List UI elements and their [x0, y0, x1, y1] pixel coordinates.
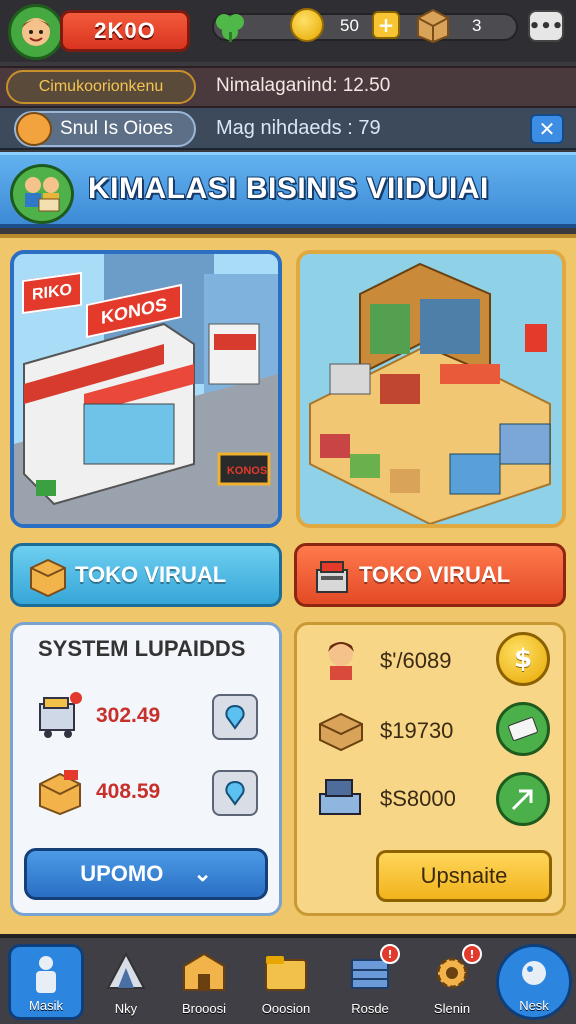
nav-item-slenin[interactable]: ! Slenin: [414, 944, 490, 1020]
ticket-button[interactable]: [496, 702, 550, 756]
upomo-label: UPOMO: [80, 861, 164, 886]
tent-icon: [106, 951, 146, 989]
avatar-face-icon: [22, 18, 50, 46]
nav-item-masik[interactable]: Masik: [8, 944, 84, 1020]
send-button[interactable]: [496, 772, 550, 826]
shop-interior-scene[interactable]: [296, 250, 566, 528]
shopkeepers-icon: [10, 164, 74, 224]
money-value-1: $'/6089: [380, 648, 452, 673]
system-upgrades-title: SYSTEM LUPAIDDS: [38, 636, 246, 661]
stat-value-1: 302.49: [96, 704, 161, 727]
coin-icon: [290, 8, 324, 42]
location-pin-button-1[interactable]: [212, 694, 258, 740]
page-title: KIMALASI BISINIS VIIDUIAI: [88, 172, 489, 205]
money-value-2: $19730: [380, 718, 454, 743]
more-menu-button[interactable]: •••: [528, 10, 564, 42]
shop-icon: [183, 952, 225, 991]
nav-label-masik: Masik: [29, 998, 63, 1013]
nav-label-rosde: Rosde: [351, 1001, 389, 1016]
location-pin-icon: [225, 780, 245, 806]
package-icon: [417, 8, 449, 44]
storefront-scene[interactable]: RIKO KONOS KONOS: [10, 250, 282, 528]
nav-item-nesk[interactable]: Nesk: [496, 944, 572, 1020]
dollar-icon: $: [513, 644, 533, 674]
people-icon: [25, 177, 60, 212]
status-pill[interactable]: Cimukoorionkenu: [6, 70, 196, 104]
shop-interior-illustration: [300, 254, 562, 524]
box-count: 3: [472, 16, 482, 35]
street-sign: KONOS: [226, 465, 268, 477]
box-icon: [30, 558, 66, 598]
info-row-1-text: Nimalaganind: 12.50: [216, 75, 391, 96]
cash-register-icon: [316, 561, 348, 593]
info-row-2-text: Mag nihdaeds : 79: [216, 117, 381, 139]
money-value-3: $S8000: [380, 786, 456, 811]
folder-icon: [265, 956, 307, 991]
notice-avatar-icon: [16, 112, 52, 146]
upsnaite-button[interactable]: Upsnaite: [376, 850, 552, 902]
player-name-badge[interactable]: 2K0O: [60, 10, 190, 52]
crate-icon: [319, 712, 363, 752]
register-icon: [319, 779, 361, 815]
toko-virtual-left-button[interactable]: TOKO VIRUAL: [10, 543, 282, 607]
nav-item-nky[interactable]: Nky: [88, 944, 164, 1020]
upomo-dropdown-button[interactable]: UPOMO ⌄: [24, 848, 268, 900]
chevron-down-icon: ⌄: [193, 861, 212, 886]
nav-item-ooosion[interactable]: Ooosion: [248, 944, 324, 1020]
location-pin-button-2[interactable]: [212, 770, 258, 816]
toko-virtual-right-label: TOKO VIRUAL: [359, 562, 511, 587]
nav-item-rosde[interactable]: ! Rosde: [332, 944, 408, 1020]
arrow-up-right-icon: [511, 789, 533, 811]
shopkeeper-icon: [328, 642, 354, 680]
stat-value-2: 408.59: [96, 780, 161, 803]
person-icon: [36, 956, 56, 993]
globe-icon: [522, 961, 546, 985]
notification-badge: !: [380, 944, 400, 964]
coin-collect-button[interactable]: $: [496, 632, 550, 686]
clover-icon[interactable]: [212, 8, 248, 44]
nav-label-nky: Nky: [114, 1001, 138, 1016]
delivery-box-icon: [39, 770, 81, 816]
player-avatar[interactable]: [8, 4, 64, 60]
add-coins-button[interactable]: +: [372, 11, 400, 39]
nav-label-slenin: Slenin: [433, 1001, 471, 1016]
toko-virtual-right-button[interactable]: TOKO VIRUAL: [294, 543, 566, 607]
nav-label-ooosion: Ooosion: [261, 1001, 311, 1016]
nav-label-nesk: Nesk: [519, 998, 549, 1013]
cart-icon: [39, 692, 82, 738]
close-button[interactable]: ✕: [530, 114, 564, 144]
location-pin-icon: [225, 704, 245, 730]
toko-virtual-left-label: TOKO VIRUAL: [75, 562, 227, 587]
nav-item-brooosi[interactable]: Brooosi: [166, 944, 242, 1020]
ticket-icon: [508, 717, 538, 741]
notification-badge: !: [462, 944, 482, 964]
coin-count: 50: [340, 16, 359, 35]
nav-label-brooosi: Brooosi: [181, 1001, 227, 1016]
